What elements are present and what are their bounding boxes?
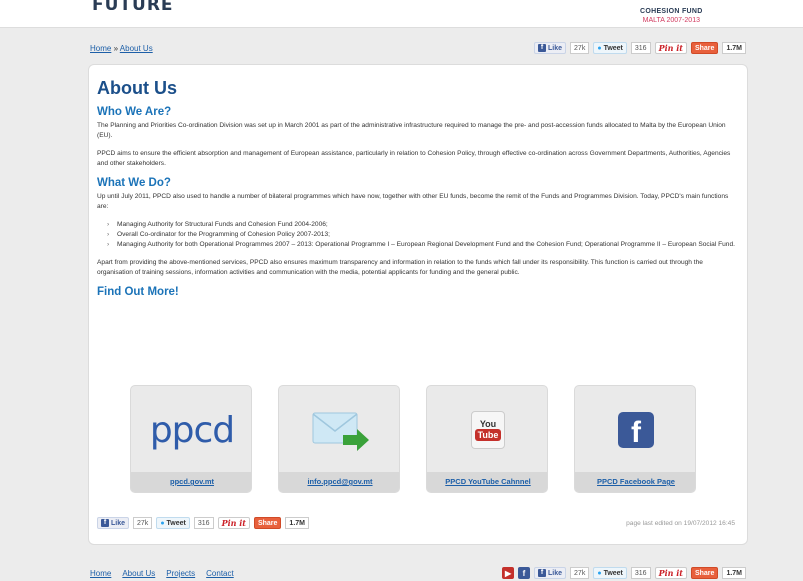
facebook-like-button[interactable]: f Like — [534, 567, 567, 579]
functions-list: Managing Authority for Structural Funds … — [107, 220, 737, 250]
footer-nav: Home About Us Projects Contact — [90, 569, 234, 578]
pin-it-button[interactable]: Pin it — [217, 517, 250, 529]
tweet-count: 316 — [630, 42, 651, 54]
email-icon — [312, 412, 369, 451]
email-link[interactable]: info.ppcd@gov.mt — [307, 477, 372, 486]
breadcrumb: Home » About Us — [90, 44, 153, 53]
list-item: Managing Authority for Structural Funds … — [107, 220, 737, 230]
tweet-button[interactable]: ● Tweet — [593, 567, 627, 579]
paragraph-who-1: The Planning and Priorities Co-ordinatio… — [97, 122, 726, 139]
footer-link-about[interactable]: About Us — [122, 569, 155, 578]
like-count: 27k — [133, 517, 153, 529]
facebook-icon: f — [538, 44, 547, 52]
tweet-button[interactable]: ● Tweet — [156, 517, 190, 529]
like-count: 27k — [570, 42, 590, 54]
facebook-logo-icon: f — [618, 412, 654, 448]
share-toolbar-top: f Like 27k ● Tweet 316 Pin it Share 1.7M — [534, 42, 746, 54]
twitter-icon: ● — [160, 519, 165, 527]
like-label: Like — [548, 569, 563, 577]
facebook-icon: f — [101, 519, 109, 527]
list-item: Overall Co-ordinator for the Programming… — [107, 230, 737, 240]
tweet-count: 316 — [630, 567, 651, 579]
share-total-count: 1.7M — [722, 42, 746, 54]
link-card-email[interactable]: info.ppcd@gov.mt — [278, 385, 400, 493]
section-heading-find: Find Out More! — [97, 286, 179, 298]
like-label: Like — [111, 519, 126, 527]
email-art — [279, 386, 399, 474]
link-card-caption: PPCD YouTube Cahnnel — [427, 472, 547, 492]
last-edited-note: page last edited on 19/07/2012 16:45 — [626, 520, 735, 527]
ppcd-logo-area: ppcd — [131, 386, 251, 474]
cohesion-fund-title: COHESION FUND — [640, 8, 703, 15]
page-title: About Us — [97, 78, 177, 98]
tweet-count: 316 — [193, 517, 214, 529]
article: About Us Who We Are? The Planning and Pr… — [97, 73, 737, 301]
facebook-icon: f — [538, 569, 547, 577]
youtube-logo-top: You — [479, 419, 497, 429]
paragraph-what-2: Apart from providing the above-mentioned… — [97, 259, 703, 276]
facebook-logo-letter: f — [631, 416, 641, 449]
cohesion-fund-logo: COHESION FUND MALTA 2007-2013 — [640, 7, 703, 25]
site-footer: Home About Us Projects Contact ▶ f f Like… — [90, 567, 746, 581]
footer-link-projects[interactable]: Projects — [166, 569, 195, 578]
breadcrumb-separator: » — [111, 44, 120, 53]
youtube-icon[interactable]: ▶ — [502, 567, 515, 579]
link-card-facebook[interactable]: f PPCD Facebook Page — [574, 385, 696, 493]
paragraph-what-1: Up until July 2011, PPCD also used to ha… — [97, 193, 729, 210]
site-header: FUTURE COHESION FUND MALTA 2007-2013 — [0, 0, 803, 28]
facebook-icon[interactable]: f — [518, 567, 531, 579]
share-toolbar-bottom: f Like 27k ● Tweet 316 Pin it Share 1.7M — [97, 517, 309, 529]
cohesion-fund-period: MALTA 2007-2013 — [642, 17, 700, 24]
share-total-count: 1.7M — [285, 517, 309, 529]
facebook-page-link[interactable]: PPCD Facebook Page — [597, 477, 675, 486]
like-count: 27k — [570, 567, 590, 579]
breadcrumb-current-link[interactable]: About Us — [120, 44, 153, 53]
link-cards-row: ppcd ppcd.gov.mt info.ppcd@gov.mt You Tu… — [130, 385, 697, 495]
pin-it-button[interactable]: Pin it — [654, 567, 687, 579]
youtube-icon: You Tube — [471, 411, 505, 449]
facebook-like-button[interactable]: f Like — [534, 42, 567, 54]
share-button[interactable]: Share — [253, 517, 282, 529]
section-heading-who: Who We Are? — [97, 106, 172, 118]
tweet-button[interactable]: ● Tweet — [593, 42, 627, 54]
link-card-ppcd[interactable]: ppcd ppcd.gov.mt — [130, 385, 252, 493]
facebook-art: f — [575, 386, 695, 474]
share-button[interactable]: Share — [690, 567, 719, 579]
breadcrumb-home-link[interactable]: Home — [90, 44, 111, 53]
twitter-icon: ● — [597, 44, 602, 52]
youtube-art: You Tube — [427, 386, 547, 474]
footer-link-home[interactable]: Home — [90, 569, 111, 578]
ppcd-website-link[interactable]: ppcd.gov.mt — [170, 477, 214, 486]
facebook-like-button[interactable]: f Like — [97, 517, 130, 529]
tweet-label: Tweet — [603, 44, 623, 52]
pin-it-button[interactable]: Pin it — [654, 42, 687, 54]
share-total-count: 1.7M — [722, 567, 746, 579]
content-card: About Us Who We Are? The Planning and Pr… — [88, 64, 748, 545]
share-toolbar-footer: ▶ f f Like 27k ● Tweet 316 Pin it Share 1.… — [502, 567, 746, 579]
link-card-caption: ppcd.gov.mt — [131, 472, 251, 492]
paragraph-who-2: PPCD aims to ensure the efficient absorp… — [97, 150, 731, 167]
ppcd-logo: ppcd — [149, 409, 235, 451]
site-logo[interactable]: FUTURE — [92, 0, 174, 15]
like-label: Like — [548, 44, 563, 52]
list-item: Managing Authority for both Operational … — [107, 240, 737, 250]
link-card-youtube[interactable]: You Tube PPCD YouTube Cahnnel — [426, 385, 548, 493]
section-heading-what: What We Do? — [97, 177, 171, 189]
breadcrumb-bar: Home » About Us f Like 27k ● Tweet 316 Pin… — [90, 42, 746, 58]
link-card-caption: PPCD Facebook Page — [575, 472, 695, 492]
twitter-icon: ● — [597, 569, 602, 577]
youtube-logo-bottom: Tube — [474, 429, 502, 441]
footer-link-contact[interactable]: Contact — [206, 569, 234, 578]
tweet-label: Tweet — [166, 519, 186, 527]
tweet-label: Tweet — [603, 569, 623, 577]
link-card-caption: info.ppcd@gov.mt — [279, 472, 399, 492]
share-button[interactable]: Share — [690, 42, 719, 54]
youtube-channel-link[interactable]: PPCD YouTube Cahnnel — [445, 477, 530, 486]
